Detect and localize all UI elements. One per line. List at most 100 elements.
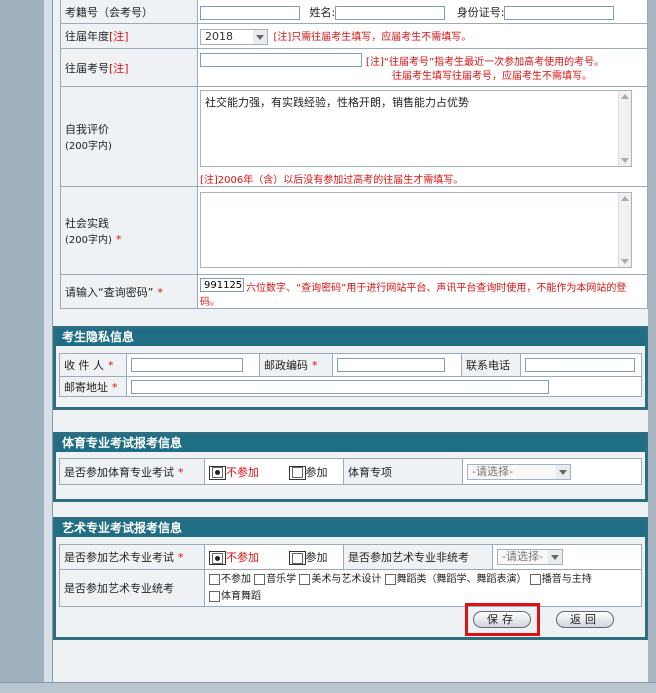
query-pwd-note: 六位数字、“查询密码”用于进行网站平台、声讯平台查询时使用，不能作为本网站的登 [246, 283, 627, 294]
year-note-tag: [注] [109, 30, 129, 43]
name-label: 姓名: [309, 5, 336, 19]
sports-item-select[interactable]: -请选择- [467, 463, 571, 480]
name-input[interactable] [335, 5, 446, 20]
arts-join-label: 是否参加艺术专业考试 [64, 551, 174, 564]
privacy-section: 考生隐私信息 收 件 人 * 邮政编码 * 联系电话 邮寄地址 * [53, 326, 648, 410]
left-frame-edge [44, 0, 53, 692]
basic-info-table: 考籍号（会考号） 姓名: 身份证号: 往届年度[注] 2018 [注]只需往届考… [60, 0, 648, 309]
arts-cat-label: 舞蹈类（舞蹈学、舞蹈表演） [396, 574, 527, 585]
left-frame [0, 0, 44, 692]
prev-no-label: 往届考号 [65, 61, 109, 75]
query-pwd-input[interactable]: 991125 [200, 278, 244, 292]
scrollbar[interactable] [618, 91, 631, 166]
arts-nonunified-select[interactable]: -请选择- [497, 549, 563, 565]
checkbox-icon [209, 573, 220, 585]
query-pwd-label: 请输入“查询密码” [65, 285, 154, 299]
required-mark: * [178, 551, 184, 564]
phone-input[interactable] [525, 358, 635, 372]
arts-table: 是否参加艺术专业考试 * 不参加 参加 是否参加艺术专业非统考 -请选择- 是否参… [59, 544, 642, 607]
recipient-label: 收 件 人 [64, 359, 104, 372]
back-button[interactable]: 返回 [556, 611, 614, 628]
sports-opt-no-label: 不参加 [226, 465, 259, 479]
checkbox-icon [299, 573, 311, 585]
exam-no-label: 考籍号（会考号） [65, 5, 153, 19]
arts-title: 艺术专业考试报考信息 [56, 520, 645, 537]
arts-cat-sport-dance[interactable]: 体育舞蹈 [209, 590, 261, 602]
checkbox-icon [529, 573, 541, 585]
postcode-input[interactable] [337, 358, 445, 372]
exam-no-input[interactable] [200, 5, 300, 20]
self-eval-note: [注]2006年（含）以后没有参加过高考的往届生才需填写。 [200, 175, 464, 186]
arts-cat-label: 音乐学 [266, 574, 297, 585]
radio-icon [291, 552, 303, 564]
query-pwd-label-cell: 请输入“查询密码” * [60, 274, 198, 309]
sports-opt-yes[interactable] [288, 465, 306, 480]
prev-no-input[interactable] [200, 53, 362, 67]
arts-cat-label: 播音与主持 [541, 574, 592, 585]
address-label: 邮寄地址 [64, 380, 108, 394]
year-label: 往届年度 [65, 30, 109, 43]
required-mark: * [157, 285, 163, 299]
sports-opt-no[interactable] [209, 465, 226, 480]
year-select[interactable]: 2018 [200, 28, 268, 45]
self-eval-label-cell: 自我评价 (200字内) [60, 86, 198, 187]
sports-item-label: 体育专项 [348, 465, 392, 479]
arts-cat-music[interactable]: 音乐学 [254, 573, 297, 585]
bottom-frame [0, 682, 656, 693]
sports-join-label: 是否参加体育专业考试 [64, 465, 174, 479]
privacy-table: 收 件 人 * 邮政编码 * 联系电话 邮寄地址 * [59, 353, 642, 397]
self-eval-textarea[interactable]: 社交能力强，有实践经验，性格开朗，销售能力占优势 [200, 90, 632, 167]
arts-cat-broadcast[interactable]: 播音与主持 [529, 573, 592, 585]
social-textarea[interactable] [200, 192, 632, 268]
self-eval-sub: (200字内) [65, 141, 112, 152]
prev-no-note-tag: [注] [109, 61, 129, 75]
arts-cat-fine-art[interactable]: 美术与艺术设计 [299, 573, 382, 585]
social-sub: (200字内) [65, 235, 112, 246]
arts-opt-no-label: 不参加 [226, 551, 259, 564]
arts-opt-yes-label: 参加 [305, 551, 328, 564]
address-input[interactable] [131, 379, 549, 394]
chevron-down-icon [548, 550, 562, 564]
year-note: [注]只需往届考生填写，应届考生不需填写。 [273, 31, 472, 43]
year-label-cell: 往届年度[注] [60, 23, 198, 49]
sports-table: 是否参加体育专业考试 * 不参加 参加 体育专项 -请选择- [59, 458, 642, 485]
social-label-cell: 社会实践 (200字内) * [60, 186, 198, 275]
scroll-up-icon [621, 94, 629, 99]
sports-opt-yes-label: 参加 [305, 465, 328, 479]
privacy-title: 考生隐私信息 [56, 329, 645, 346]
checkbox-icon [254, 573, 266, 585]
checkbox-icon [209, 590, 220, 602]
radio-selected-icon [212, 467, 223, 478]
arts-nonunified-label: 是否参加艺术专业非统考 [348, 551, 469, 564]
arts-opt-yes[interactable] [288, 551, 306, 565]
sports-item-select-value: -请选择- [472, 464, 513, 478]
chevron-down-icon [556, 464, 570, 479]
required-mark: * [178, 465, 184, 479]
arts-nonunified-select-value: -请选择- [502, 550, 543, 563]
arts-opt-no[interactable] [209, 551, 226, 565]
arts-cat-label: 体育舞蹈 [221, 591, 261, 602]
highlight-box [465, 603, 540, 636]
prev-no-label-cell: 往届考号[注] [60, 48, 198, 87]
postcode-label: 邮政编码 [264, 359, 308, 372]
required-mark: * [112, 380, 118, 394]
sports-title: 体育专业考试报考信息 [56, 435, 645, 452]
checkbox-icon [384, 573, 396, 585]
chevron-down-icon [253, 29, 267, 44]
scroll-down-icon [621, 259, 629, 264]
recipient-input[interactable] [131, 358, 243, 372]
required-mark: * [115, 233, 122, 246]
exam-no-label-cell: 考籍号（会考号） [60, 0, 198, 24]
radio-selected-icon [212, 552, 223, 564]
id-input[interactable] [504, 5, 615, 20]
radio-icon [291, 467, 303, 478]
id-label: 身份证号: [456, 5, 505, 19]
scrollbar[interactable] [618, 193, 631, 267]
self-eval-text: 社交能力强，有实践经验，性格开朗，销售能力占优势 [205, 96, 469, 109]
arts-unified-label: 是否参加艺术专业统考 [64, 582, 174, 595]
scroll-down-icon [621, 158, 629, 163]
arts-cat-dance[interactable]: 舞蹈类（舞蹈学、舞蹈表演） [384, 573, 527, 585]
arts-cat-none[interactable]: 不参加 [209, 573, 251, 585]
self-eval-label: 自我评价 [65, 123, 109, 136]
arts-cat-label: 美术与艺术设计 [311, 574, 382, 585]
